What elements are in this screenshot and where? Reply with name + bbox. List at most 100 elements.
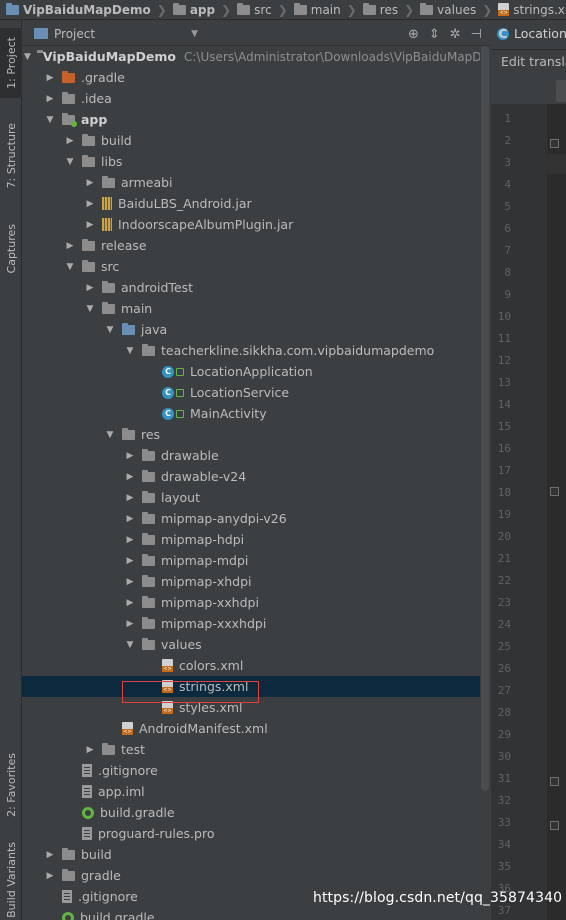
code-area[interactable] (547, 104, 566, 920)
tree-item[interactable]: ▶ mipmap-anydpi-v26 (22, 508, 480, 529)
gear-icon[interactable]: ✲ (450, 27, 461, 42)
tree-item[interactable]: C LocationService (22, 382, 480, 403)
resource-folder-icon (122, 427, 135, 440)
tree-item[interactable]: styles.xml (22, 697, 480, 718)
tree-item[interactable]: ▶ mipmap-xxxhdpi (22, 613, 480, 634)
fold-marker-icon[interactable] (550, 821, 559, 830)
breadcrumb-item[interactable]: strings.xml (492, 0, 566, 19)
tree-item[interactable]: ▶ build (22, 844, 480, 865)
expand-arrow-icon[interactable]: ▼ (84, 304, 96, 314)
project-view-selector[interactable]: Project (54, 27, 95, 41)
tree-item[interactable]: ▶ drawable-v24 (22, 466, 480, 487)
structure-tool-tab[interactable]: 7: Structure (0, 116, 22, 196)
collapse-arrow-icon[interactable]: ▶ (124, 493, 136, 503)
breadcrumb-label: main (310, 2, 341, 17)
expand-arrow-icon[interactable]: ▼ (44, 115, 56, 125)
tree-item[interactable]: ▼ java (22, 319, 480, 340)
tree-item[interactable]: build.gradle (22, 907, 480, 920)
expand-arrow-icon[interactable]: ▼ (64, 157, 76, 167)
editor-tab[interactable]: C LocationService (497, 26, 566, 41)
breadcrumb-item[interactable]: main ❯ (288, 0, 357, 19)
tree-item[interactable]: ▶ mipmap-xxhdpi (22, 592, 480, 613)
collapse-arrow-icon[interactable]: ▶ (124, 577, 136, 587)
tree-item[interactable]: proguard-rules.pro (22, 823, 480, 844)
collapse-arrow-icon[interactable]: ▶ (124, 451, 136, 461)
collapse-arrow-icon[interactable]: ▶ (84, 220, 96, 230)
expand-arrow-icon[interactable]: ▼ (64, 262, 76, 272)
tree-item[interactable]: ▶ gradle (22, 865, 480, 886)
breadcrumb-item[interactable]: app ❯ (167, 0, 231, 19)
collapse-arrow-icon[interactable]: ▶ (44, 94, 56, 104)
locate-file-icon[interactable]: ⊕ (408, 27, 419, 42)
breadcrumb-item[interactable]: VipBaiduMapDemo ❯ (0, 0, 167, 19)
tree-scrollbar[interactable] (481, 46, 489, 791)
collapse-arrow-icon[interactable]: ▶ (84, 283, 96, 293)
tree-item[interactable]: .gitignore (22, 760, 480, 781)
collapse-arrow-icon[interactable]: ▶ (124, 598, 136, 608)
collapse-arrow-icon[interactable]: ▶ (124, 472, 136, 482)
fold-marker-icon[interactable] (550, 487, 559, 496)
fold-marker-icon[interactable] (550, 139, 559, 148)
breadcrumb-item[interactable]: values ❯ (414, 0, 492, 19)
tree-item[interactable]: build.gradle (22, 802, 480, 823)
tree-item[interactable]: app.iml (22, 781, 480, 802)
tree-item[interactable]: ▼ src (22, 256, 480, 277)
tree-item[interactable]: ▶ mipmap-mdpi (22, 550, 480, 571)
captures-tool-tab[interactable]: Captures (0, 214, 22, 284)
tree-item[interactable]: ▶ armeabi (22, 172, 480, 193)
tree-item[interactable]: ▶ drawable (22, 445, 480, 466)
build-variants-tool-tab[interactable]: Build Variants (0, 840, 22, 920)
collapse-arrow-icon[interactable]: ▶ (84, 178, 96, 188)
collapse-arrow-icon[interactable]: ▶ (124, 619, 136, 629)
expand-arrow-icon[interactable]: ▼ (124, 346, 136, 356)
fold-marker-icon[interactable] (550, 777, 559, 786)
breadcrumb-item[interactable]: res ❯ (357, 0, 414, 19)
collapse-arrow-icon[interactable]: ▶ (64, 241, 76, 251)
collapse-arrow-icon[interactable]: ▶ (124, 535, 136, 545)
tree-item[interactable]: ▶ release (22, 235, 480, 256)
tree-item[interactable]: C LocationApplication (22, 361, 480, 382)
tree-item[interactable]: AndroidManifest.xml (22, 718, 480, 739)
collapse-arrow-icon[interactable]: ▶ (84, 745, 96, 755)
tree-item[interactable]: ▶ mipmap-hdpi (22, 529, 480, 550)
project-tool-tab[interactable]: 1: Project (0, 28, 22, 98)
tree-item[interactable]: ▶ mipmap-xhdpi (22, 571, 480, 592)
tree-item[interactable]: ▶ .idea (22, 88, 480, 109)
tree-item[interactable]: ▶ IndoorscapeAlbumPlugin.jar (22, 214, 480, 235)
collapse-arrow-icon[interactable]: ▶ (124, 514, 136, 524)
tree-item[interactable]: ▶ androidTest (22, 277, 480, 298)
tree-item[interactable]: ▼ app (22, 109, 480, 130)
tree-item[interactable]: ▶ build (22, 130, 480, 151)
tree-item[interactable]: strings.xml (22, 676, 480, 697)
expand-arrow-icon[interactable]: ▼ (104, 325, 116, 335)
tree-item[interactable]: ▶ test (22, 739, 480, 760)
tree-item[interactable]: colors.xml (22, 655, 480, 676)
collapse-arrow-icon[interactable]: ▶ (44, 73, 56, 83)
tree-item[interactable]: ▼ values (22, 634, 480, 655)
folder-icon (142, 553, 155, 566)
favorites-tool-tab[interactable]: 2: Favorites (0, 740, 22, 830)
collapse-all-icon[interactable]: ⇕ (429, 27, 440, 42)
breadcrumb-item[interactable]: src ❯ (231, 0, 288, 19)
translation-bar-button[interactable] (556, 80, 566, 102)
collapse-arrow-icon[interactable]: ▶ (124, 556, 136, 566)
tree-item[interactable]: ▼ res (22, 424, 480, 445)
collapse-arrow-icon[interactable]: ▶ (84, 199, 96, 209)
tree-item[interactable]: ▶ layout (22, 487, 480, 508)
expand-arrow-icon[interactable]: ▼ (104, 430, 116, 440)
expand-arrow-icon[interactable]: ▼ (124, 640, 136, 650)
collapse-arrow-icon[interactable]: ▶ (64, 136, 76, 146)
collapse-arrow-icon[interactable]: ▶ (44, 871, 56, 881)
tree-item[interactable]: ▶ .gradle (22, 67, 480, 88)
tree-item[interactable]: C MainActivity (22, 403, 480, 424)
hide-panel-icon[interactable]: ⊣ (471, 27, 482, 42)
expand-arrow-icon[interactable]: ▼ (24, 52, 31, 62)
tree-item[interactable]: ▼ libs (22, 151, 480, 172)
chevron-down-icon[interactable]: ▼ (191, 29, 198, 39)
tree-item[interactable]: ▼ main (22, 298, 480, 319)
collapse-arrow-icon[interactable]: ▶ (44, 850, 56, 860)
tree-item[interactable]: ▶ BaiduLBS_Android.jar (22, 193, 480, 214)
tree-item[interactable]: ▼ VipBaiduMapDemo C:\Users\Administrator\D… (22, 46, 480, 67)
tree-item[interactable]: ▼ teacherkline.sikkha.com.vipbaidumapdemo (22, 340, 480, 361)
translation-bar[interactable]: Edit translations (491, 50, 566, 78)
